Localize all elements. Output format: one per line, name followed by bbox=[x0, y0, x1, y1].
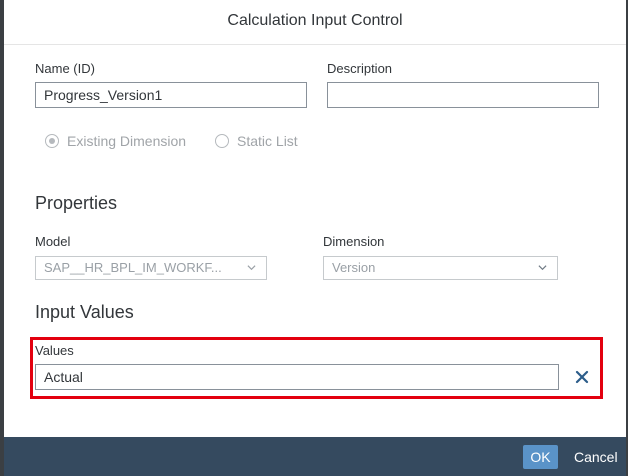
model-label: Model bbox=[35, 234, 71, 249]
close-icon[interactable] bbox=[574, 369, 590, 385]
dimension-select-value: Version bbox=[332, 260, 376, 275]
radio-unselected-icon bbox=[215, 134, 229, 148]
dimension-select[interactable]: Version bbox=[323, 256, 558, 280]
values-input[interactable]: Actual bbox=[35, 364, 559, 390]
cancel-button[interactable]: Cancel bbox=[570, 445, 622, 469]
chevron-down-icon bbox=[247, 265, 256, 271]
radio-selected-icon bbox=[45, 134, 59, 148]
ok-button[interactable]: OK bbox=[523, 445, 558, 469]
dialog-footer: OK Cancel bbox=[4, 437, 626, 476]
model-select: SAP__HR_BPL_IM_WORKF... bbox=[35, 256, 267, 280]
radio-existing-dimension[interactable]: Existing Dimension bbox=[45, 133, 186, 149]
radio-static-list[interactable]: Static List bbox=[215, 133, 298, 149]
calculation-input-control-dialog: Calculation Input Control Name (ID) Prog… bbox=[4, 0, 626, 476]
radio-existing-dimension-label: Existing Dimension bbox=[67, 133, 187, 149]
values-label: Values bbox=[35, 343, 74, 358]
radio-static-list-label: Static List bbox=[237, 133, 298, 149]
description-label: Description bbox=[327, 61, 393, 76]
description-input[interactable] bbox=[327, 82, 599, 108]
input-values-section-title: Input Values bbox=[35, 302, 134, 322]
name-input[interactable]: Progress_Version1 bbox=[35, 82, 307, 108]
dimension-label: Dimension bbox=[323, 234, 385, 249]
dialog-header: Calculation Input Control bbox=[4, 0, 626, 45]
name-label: Name (ID) bbox=[35, 61, 95, 76]
properties-section-title: Properties bbox=[35, 193, 118, 213]
model-select-value: SAP__HR_BPL_IM_WORKF... bbox=[44, 260, 222, 275]
dialog-title: Calculation Input Control bbox=[227, 12, 403, 29]
chevron-down-icon bbox=[538, 265, 547, 271]
